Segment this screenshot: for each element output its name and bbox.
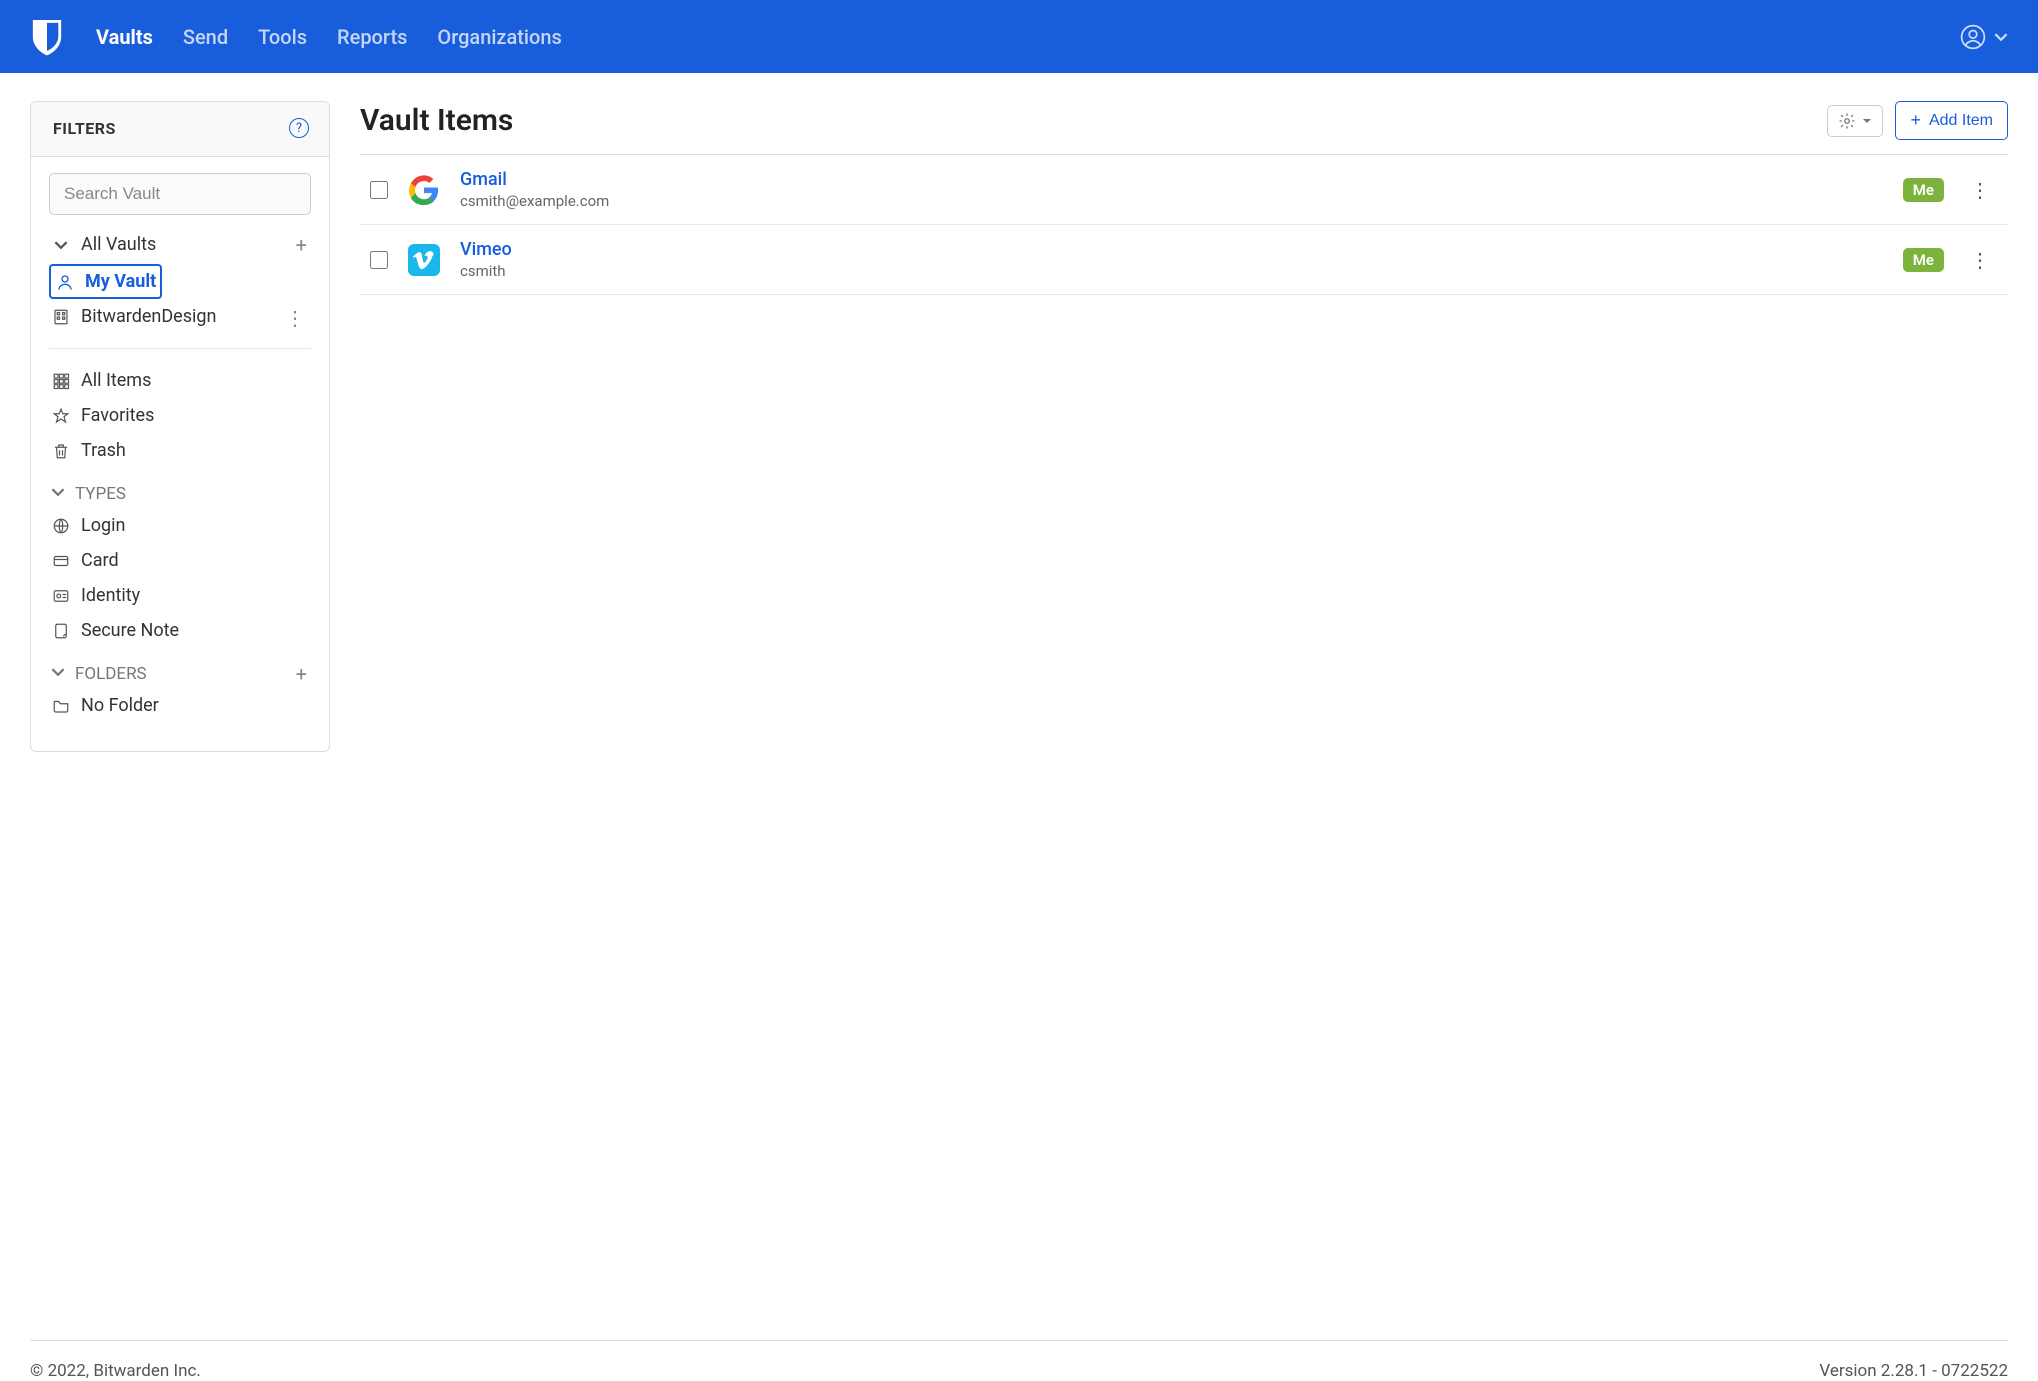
item-more-icon[interactable]: ⋮ — [1962, 246, 1998, 274]
type-secure-note[interactable]: Secure Note — [49, 613, 311, 648]
vault-item-row: Vimeo csmith Me ⋮ — [360, 225, 2008, 295]
item-checkbox[interactable] — [370, 181, 388, 199]
vault-all-vaults[interactable]: All Vaults + — [49, 227, 311, 262]
user-icon — [55, 273, 75, 291]
card-icon — [51, 552, 71, 570]
footer: © 2022, Bitwarden Inc. Version 2.28.1 - … — [30, 1340, 2008, 1381]
add-item-button[interactable]: + Add Item — [1895, 101, 2008, 140]
item-name-link[interactable]: Gmail — [460, 169, 1885, 190]
help-icon[interactable]: ? — [289, 118, 309, 138]
account-menu[interactable] — [1960, 24, 2008, 50]
chevron-down-icon — [1994, 30, 2008, 44]
filter-trash[interactable]: Trash — [49, 433, 311, 468]
type-label: Card — [81, 547, 119, 574]
filters-title: FILTERS — [53, 119, 116, 138]
nav-links: Vaults Send Tools Reports Organizations — [96, 25, 1928, 49]
type-identity[interactable]: Identity — [49, 578, 311, 613]
filters-header: FILTERS ? — [31, 102, 329, 157]
building-icon — [51, 308, 71, 326]
nav-link-reports[interactable]: Reports — [337, 25, 407, 49]
filter-favorites[interactable]: Favorites — [49, 398, 311, 433]
trash-icon — [51, 442, 71, 460]
item-name-link[interactable]: Vimeo — [460, 239, 1885, 260]
filter-label: Trash — [81, 437, 126, 464]
vault-my-vault[interactable]: My Vault — [49, 264, 162, 299]
owner-badge: Me — [1903, 178, 1944, 202]
plus-icon: + — [1910, 110, 1921, 131]
settings-button[interactable] — [1827, 105, 1883, 137]
vault-all-vaults-label: All Vaults — [81, 231, 156, 258]
nav-link-send[interactable]: Send — [183, 25, 228, 49]
add-folder-icon[interactable]: + — [296, 662, 307, 686]
folder-no-folder[interactable]: No Folder — [49, 688, 311, 723]
type-label: Secure Note — [81, 617, 179, 644]
item-subtitle: csmith — [460, 262, 1885, 280]
type-login[interactable]: Login — [49, 508, 311, 543]
nav-link-vaults[interactable]: Vaults — [96, 25, 153, 49]
brand-shield-icon[interactable] — [30, 17, 64, 57]
folder-icon — [51, 697, 71, 715]
add-item-label: Add Item — [1929, 112, 1993, 130]
filter-label: Favorites — [81, 402, 154, 429]
chevron-down-icon — [51, 664, 65, 684]
chevron-down-icon — [51, 484, 65, 504]
page-title: Vault Items — [360, 103, 513, 138]
filter-label: All Items — [81, 367, 151, 394]
footer-copyright: © 2022, Bitwarden Inc. — [30, 1361, 201, 1381]
folders-header-label: FOLDERS — [75, 664, 147, 684]
nav-link-tools[interactable]: Tools — [258, 25, 307, 49]
chevron-down-icon — [51, 238, 71, 252]
id-icon — [51, 587, 71, 605]
folders-header[interactable]: FOLDERS + — [49, 660, 311, 688]
types-header-label: TYPES — [75, 484, 126, 504]
globe-icon — [51, 517, 71, 535]
type-label: Login — [81, 512, 125, 539]
footer-version: Version 2.28.1 - 0722522 — [1819, 1361, 2008, 1381]
nav-link-organizations[interactable]: Organizations — [437, 25, 561, 49]
star-icon — [51, 407, 71, 425]
owner-badge: Me — [1903, 248, 1944, 272]
type-label: Identity — [81, 582, 140, 609]
search-input[interactable] — [49, 173, 311, 215]
type-card[interactable]: Card — [49, 543, 311, 578]
user-circle-icon — [1960, 24, 1986, 50]
google-icon — [406, 172, 442, 208]
top-nav: Vaults Send Tools Reports Organizations — [0, 0, 2038, 73]
item-more-icon[interactable]: ⋮ — [1962, 176, 1998, 204]
note-icon — [51, 622, 71, 640]
vault-label: BitwardenDesign — [81, 303, 216, 330]
gear-icon — [1838, 112, 1856, 130]
item-checkbox[interactable] — [370, 251, 388, 269]
folder-label: No Folder — [81, 692, 159, 719]
vault-label: My Vault — [85, 268, 156, 295]
item-subtitle: csmith@example.com — [460, 192, 1885, 210]
add-vault-icon[interactable]: + — [296, 230, 307, 260]
filter-all-items[interactable]: All Items — [49, 363, 311, 398]
filters-sidebar: FILTERS ? All Vaults + My Vault Bitwarden… — [30, 101, 330, 752]
main-content: Vault Items + Add Item Gmail csmith@examp… — [360, 101, 2008, 1290]
types-header[interactable]: TYPES — [49, 480, 311, 508]
vimeo-icon — [406, 242, 442, 278]
grid-icon — [51, 372, 71, 390]
vault-item-row: Gmail csmith@example.com Me ⋮ — [360, 155, 2008, 225]
caret-down-icon — [1862, 116, 1872, 126]
vault-bitwardendesign[interactable]: BitwardenDesign — [49, 299, 311, 334]
